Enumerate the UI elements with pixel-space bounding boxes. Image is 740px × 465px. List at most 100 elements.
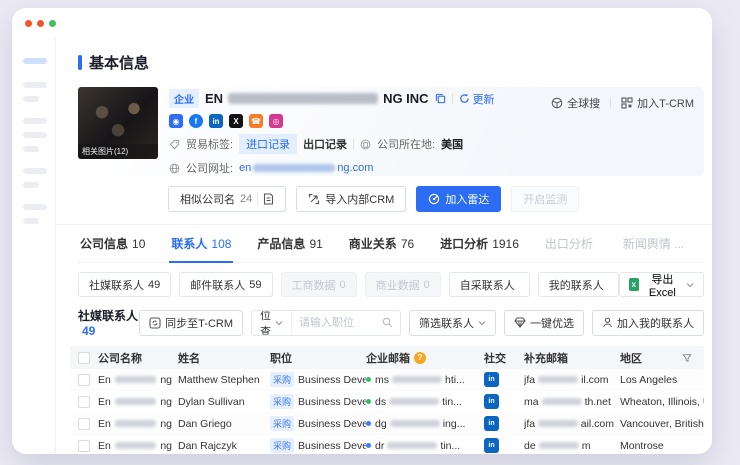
linkedin-icon[interactable]: in: [484, 416, 499, 431]
position-search-input[interactable]: [299, 317, 377, 329]
export-excel-button[interactable]: x 导出Excel: [619, 272, 704, 297]
company-photo[interactable]: 相关图片(12): [78, 87, 158, 159]
col-position: 职位: [270, 350, 366, 366]
sidebar-item-active[interactable]: [23, 58, 47, 64]
sidebar-item[interactable]: [23, 82, 47, 88]
blurred-text: [115, 420, 156, 427]
cell-region: Wheaton, Illinois, United ...: [620, 396, 704, 408]
table-row[interactable]: Enng Dylan Sullivan 采购 Business Devel...…: [70, 391, 704, 413]
linkedin-icon[interactable]: in: [484, 394, 499, 409]
linkedin-icon[interactable]: in: [209, 114, 223, 128]
cell-company: Enng: [98, 396, 178, 408]
refresh-company-button[interactable]: 更新: [459, 91, 495, 107]
tab-item[interactable]: 出口分析: [543, 226, 599, 263]
role-tag: 采购: [270, 416, 294, 431]
company-name: ENNG INC: [205, 91, 429, 106]
role-tag: 采购: [270, 372, 294, 387]
blurred-text: [115, 442, 156, 449]
blurred-text: [115, 398, 156, 405]
row-checkbox[interactable]: [78, 440, 90, 452]
x-icon[interactable]: X: [229, 114, 243, 128]
filter-funnel-icon[interactable]: [682, 353, 692, 363]
sidebar-item[interactable]: [23, 96, 39, 102]
contacts-table: 公司名称 姓名 职位 企业邮箱 ? 社交 补充邮箱 地区: [70, 346, 704, 454]
cell-company: Enng: [98, 418, 178, 430]
sidebar-item[interactable]: [23, 168, 47, 174]
phone-icon[interactable]: ☎: [249, 114, 263, 128]
tab-item[interactable]: 进口分析 1916: [438, 226, 521, 263]
detail-tabs: 公司信息 10 联系人 108 产品信息 91 商业关系: [78, 226, 704, 263]
email-status-dot: [366, 421, 371, 426]
sidebar-item[interactable]: [23, 218, 39, 224]
sidebar-item[interactable]: [23, 146, 39, 152]
sidebar-item[interactable]: [23, 118, 47, 124]
sidebar-item[interactable]: [23, 182, 39, 188]
tab-item[interactable]: 联系人 108: [169, 226, 233, 263]
blurred-website: [253, 164, 335, 172]
filter-chip[interactable]: 社媒联系人 49: [78, 272, 171, 297]
cell-position: 采购 Business Devel...: [270, 416, 366, 431]
website-link[interactable]: enng.com: [239, 162, 373, 174]
sidebar-item[interactable]: [23, 132, 47, 138]
similar-company-button[interactable]: 相似公司名 24: [168, 186, 286, 212]
linkedin-icon[interactable]: in: [484, 438, 499, 453]
location-value: 美国: [441, 136, 463, 152]
add-to-my-contacts-button[interactable]: 加入我的联系人: [592, 310, 704, 336]
copy-icon[interactable]: [435, 93, 446, 104]
role-tag: 采购: [270, 438, 294, 453]
filter-chip[interactable]: 自采联系人: [449, 272, 530, 297]
table-row[interactable]: Enng Matthew Stephen 采购 Business Devel..…: [70, 369, 704, 391]
join-tcrm-button[interactable]: 加入T-CRM: [621, 95, 694, 111]
blurred-text: [539, 442, 579, 449]
website-label: 公司网址:: [186, 160, 233, 176]
window-dot-3[interactable]: [49, 20, 56, 27]
one-click-select-button[interactable]: 一键优选: [504, 310, 584, 336]
position-search-box: [292, 311, 400, 335]
blurred-text: [389, 398, 439, 405]
cell-region: Vancouver, British Colu...: [620, 418, 704, 430]
cell-company-email: drtin...: [366, 440, 484, 452]
table-row[interactable]: Enng Dan Rajczyk 采购 Business Devel... dr…: [70, 435, 704, 454]
row-checkbox[interactable]: [78, 418, 90, 430]
contact-source-filter-row: 社媒联系人 49 邮件联系人 59 工商数据 0: [78, 272, 704, 297]
export-record-tag[interactable]: 出口记录: [303, 136, 347, 152]
cell-region: Montrose: [620, 440, 704, 452]
tab-item[interactable]: 商业关系 76: [347, 226, 416, 263]
table-row[interactable]: Enng Dan Griego 采购 Business Devel... dgi…: [70, 413, 704, 435]
row-checkbox[interactable]: [78, 396, 90, 408]
import-internal-crm-button[interactable]: 导入内部CRM: [296, 186, 406, 212]
app-icon[interactable]: ◉: [169, 114, 183, 128]
row-checkbox[interactable]: [78, 374, 90, 386]
col-company: 公司名称: [98, 350, 178, 366]
toolbar-actions: 同步至T-CRM 职位查询 筛选联系人: [139, 310, 704, 336]
sync-tcrm-button[interactable]: 同步至T-CRM: [139, 310, 243, 336]
start-monitoring-button[interactable]: 开启监测: [511, 186, 579, 212]
position-query-dropdown[interactable]: 职位查询: [252, 311, 292, 335]
company-summary: 相关图片(12) 企业 ENNG INC 更新: [78, 87, 704, 176]
filter-chip[interactable]: 工商数据 0: [281, 272, 357, 297]
filter-chip[interactable]: 商业数据 0: [365, 272, 441, 297]
tab-item[interactable]: 产品信息 91: [255, 226, 324, 263]
join-radar-button[interactable]: 加入雷达: [416, 186, 501, 212]
help-icon[interactable]: ?: [414, 352, 426, 364]
cell-company: Enng: [98, 374, 178, 386]
search-icon[interactable]: [382, 317, 393, 328]
instagram-icon[interactable]: ◎: [269, 114, 283, 128]
window-dot-1[interactable]: [25, 20, 32, 27]
blurred-text: [542, 398, 582, 405]
company-name-row: 企业 ENNG INC 更新: [169, 89, 495, 108]
page-title: 基本信息: [89, 52, 149, 73]
import-record-tag[interactable]: 进口记录: [239, 134, 297, 154]
linkedin-icon[interactable]: in: [484, 372, 499, 387]
cell-company: Enng: [98, 440, 178, 452]
window-dot-2[interactable]: [37, 20, 44, 27]
global-search-button[interactable]: 全球搜: [551, 95, 600, 111]
tab-item[interactable]: 新闻舆情 ...: [621, 226, 690, 263]
filter-contacts-button[interactable]: 筛选联系人: [409, 310, 496, 336]
sidebar-item[interactable]: [23, 204, 47, 210]
facebook-icon[interactable]: f: [189, 114, 203, 128]
tab-item[interactable]: 公司信息 10: [78, 226, 147, 263]
filter-chip[interactable]: 邮件联系人 59: [179, 272, 272, 297]
select-all-checkbox[interactable]: [78, 352, 90, 364]
filter-chip[interactable]: 我的联系人: [538, 272, 619, 297]
